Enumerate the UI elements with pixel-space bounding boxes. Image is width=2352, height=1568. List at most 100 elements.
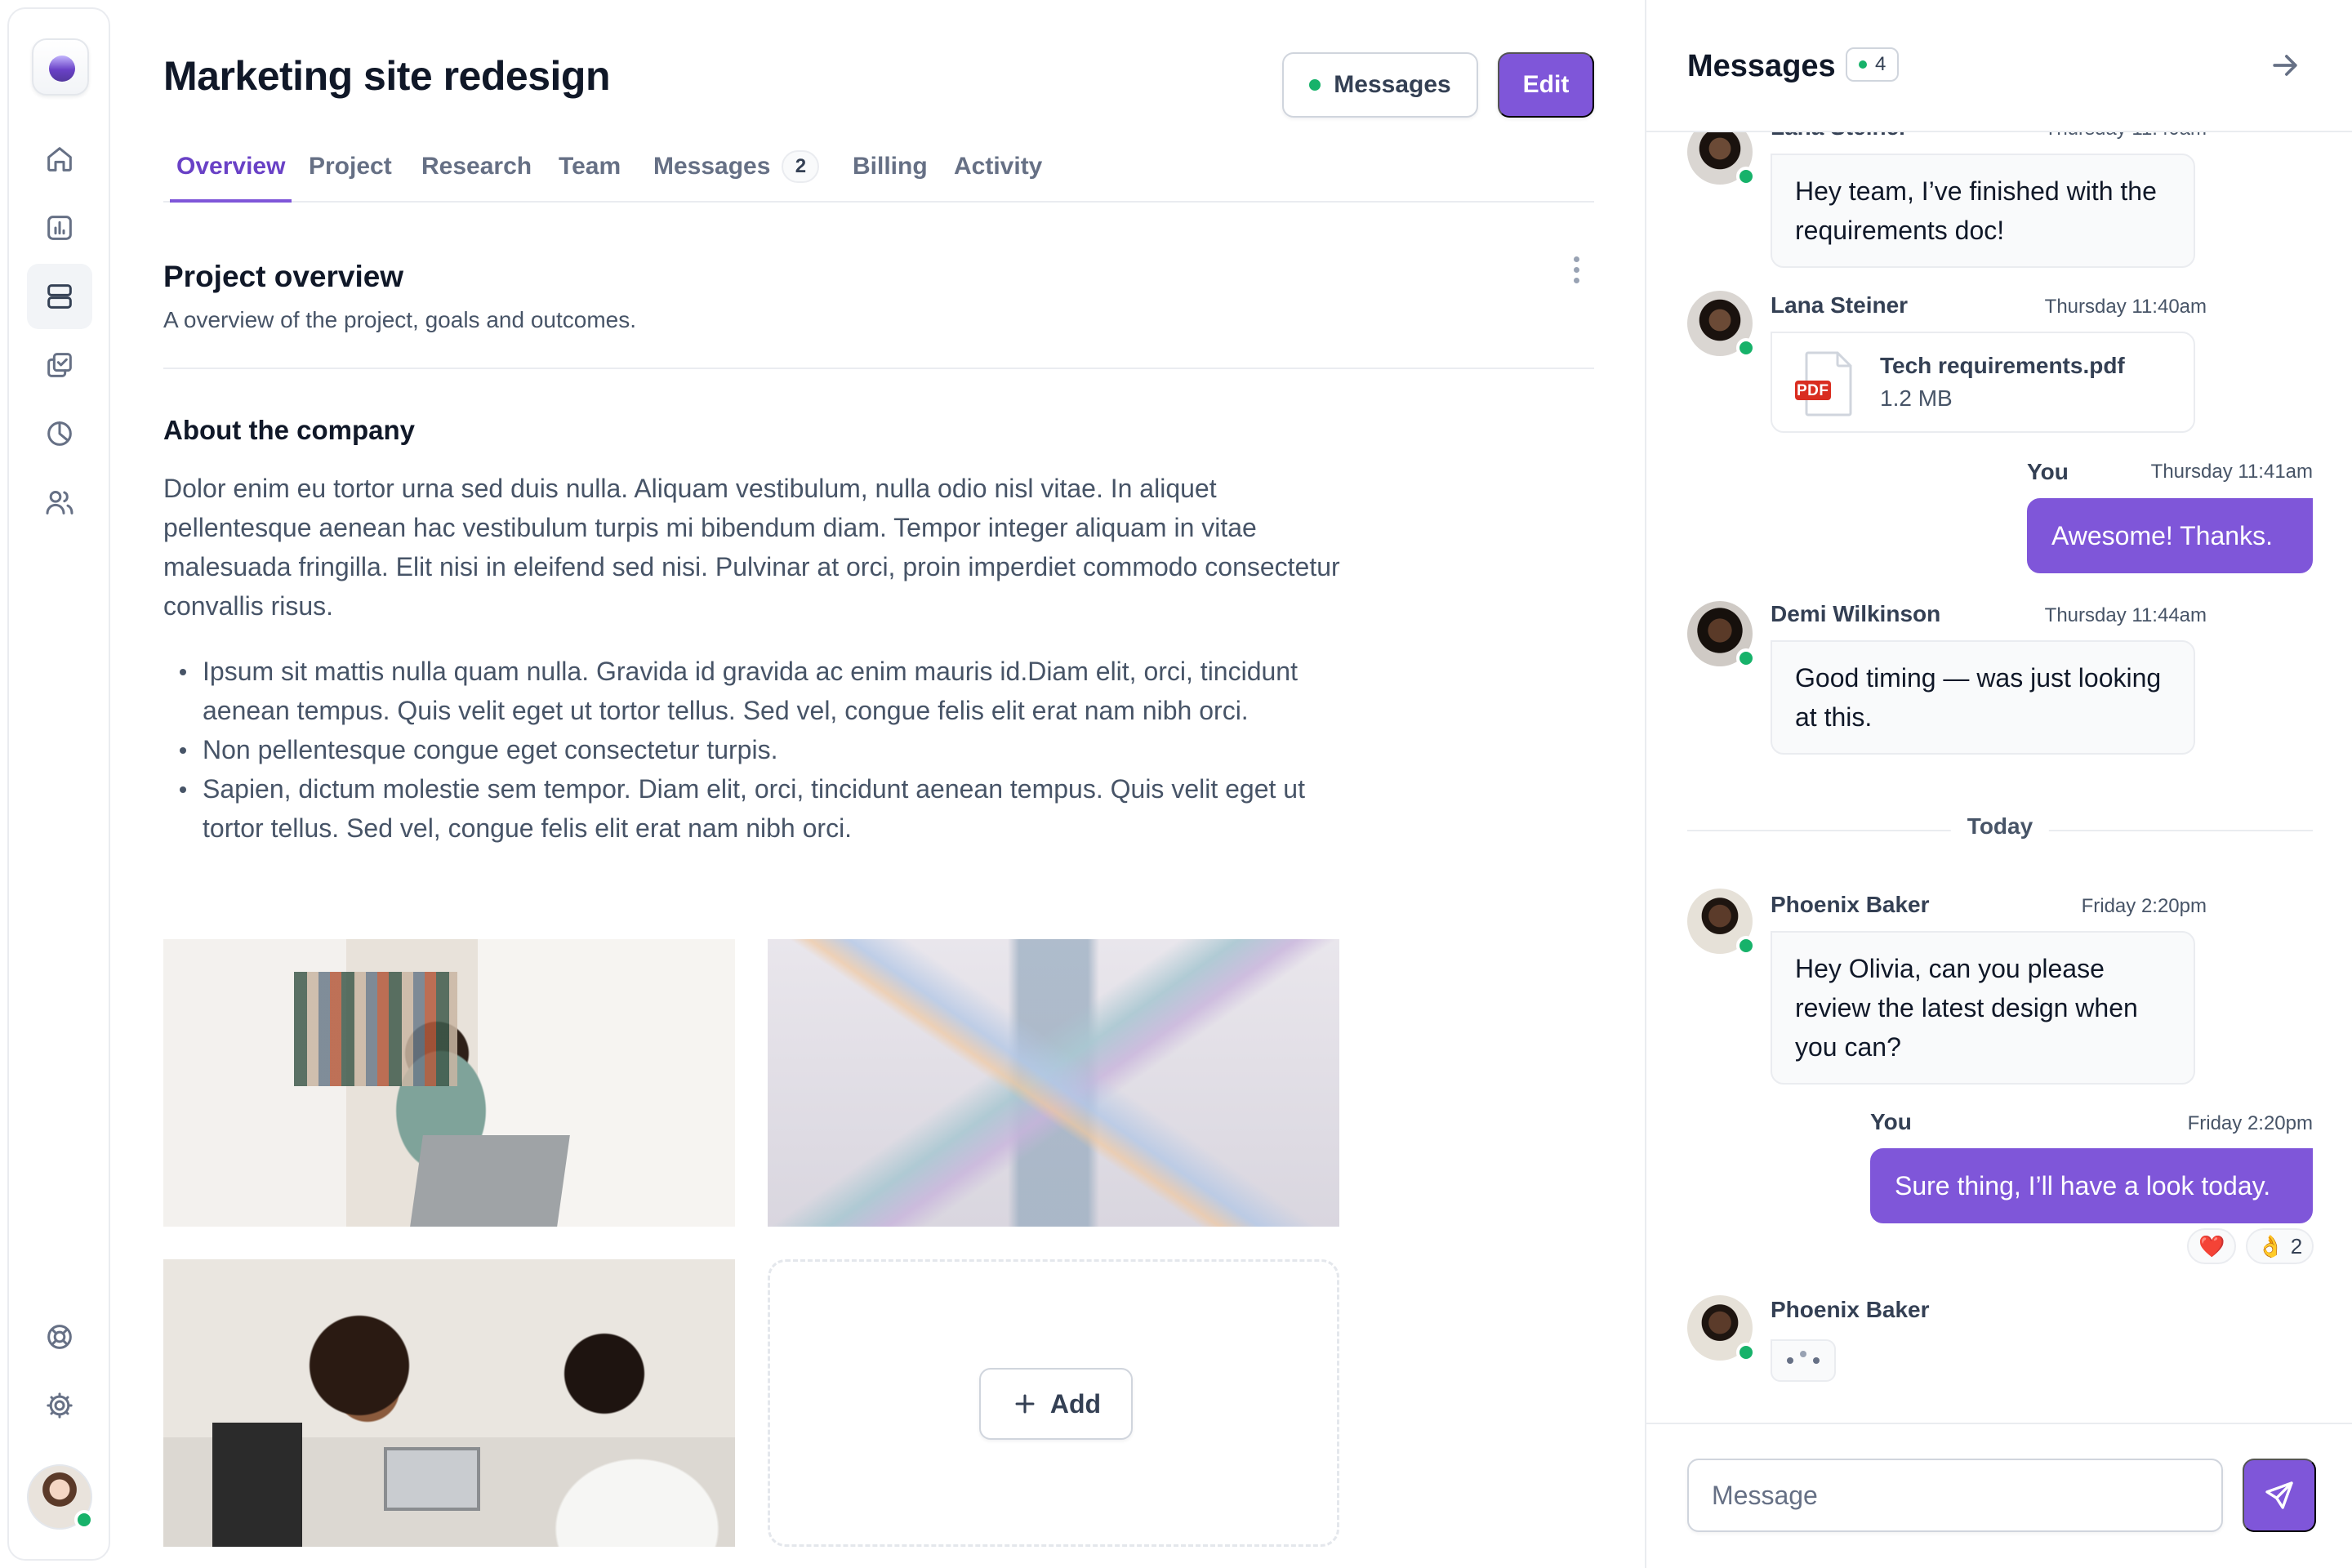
- online-status-dot: [1736, 167, 1756, 186]
- reaction-ok[interactable]: 👌 2: [2246, 1228, 2314, 1264]
- message-sender: Lana Steiner: [1771, 292, 1909, 318]
- section-subtitle: A overview of the project, goals and out…: [163, 307, 636, 332]
- ok-hand-emoji-icon: 👌: [2257, 1233, 2284, 1258]
- file-type-label: PDF: [1797, 382, 1829, 399]
- message-bubble-own: Sure thing, I’ll have a look today.: [1870, 1148, 2313, 1223]
- tab-research[interactable]: Research: [421, 147, 532, 203]
- avatar: [1687, 132, 1756, 186]
- message-input[interactable]: [1687, 1459, 2223, 1532]
- message-time: Thursday 11:40am: [2044, 296, 2207, 318]
- file-attachment[interactable]: PDF Tech requirements.pdf 1.2 MB: [1771, 332, 2195, 433]
- list-item: Sapien, dictum molestie sem tempor. Diam…: [163, 769, 1348, 848]
- messages-count: 4: [1875, 53, 1886, 75]
- project-image-glass-abstract[interactable]: [768, 939, 1339, 1227]
- message-bubble: Hey Olivia, can you please review the la…: [1771, 931, 2195, 1085]
- about-heading: About the company: [163, 415, 416, 445]
- tab-activity[interactable]: Activity: [954, 147, 1042, 203]
- tab-project-label: Project: [309, 153, 392, 180]
- date-divider-label: Today: [1950, 813, 2050, 840]
- reaction-count: 2: [2290, 1233, 2303, 1258]
- messages-button-label: Messages: [1334, 71, 1451, 98]
- divider: [163, 368, 1594, 369]
- message-time: Friday 2:20pm: [2187, 1112, 2313, 1134]
- check-square-icon: [47, 353, 72, 377]
- messages-panel: Messages 4 Lana Steiner Thursday 11:40am…: [1645, 0, 2352, 1568]
- project-image-meeting[interactable]: [163, 1259, 735, 1547]
- file-size: 1.2 MB: [1880, 385, 1953, 411]
- tab-messages[interactable]: Messages 2: [653, 147, 820, 203]
- support-icon: [47, 1325, 72, 1349]
- user-avatar[interactable]: [27, 1464, 94, 1530]
- bar-chart-icon: [47, 216, 72, 240]
- tab-activity-label: Activity: [954, 153, 1043, 180]
- edit-button[interactable]: Edit: [1498, 52, 1594, 118]
- close-panel-arrow-icon[interactable]: [2267, 47, 2303, 83]
- tab-overview-label: Overview: [176, 153, 286, 180]
- send-button[interactable]: [2243, 1459, 2316, 1532]
- avatar: [1687, 601, 1756, 668]
- tab-billing[interactable]: Billing: [853, 147, 928, 203]
- tab-bar: Overview Project Research Team Messages 2…: [163, 147, 1594, 203]
- message-time: Thursday 11:44am: [2044, 604, 2207, 626]
- list-item: Ipsum sit mattis nulla quam nulla. Gravi…: [163, 652, 1348, 730]
- online-status-dot: [1736, 338, 1756, 358]
- messages-count-badge: 4: [1846, 47, 1900, 82]
- plus-icon: [1015, 1394, 1035, 1414]
- tab-team[interactable]: Team: [559, 147, 621, 203]
- online-status-dot: [1736, 936, 1756, 956]
- tab-research-label: Research: [421, 153, 532, 180]
- messages-panel-header: Messages 4: [1646, 0, 2352, 132]
- add-image-dropzone[interactable]: Add: [768, 1259, 1339, 1547]
- tab-messages-label: Messages: [653, 153, 771, 180]
- reaction-heart[interactable]: ❤️: [2187, 1228, 2237, 1264]
- section-title: Project overview: [163, 260, 404, 293]
- home-icon: [47, 147, 72, 172]
- avatar: [1687, 889, 1756, 956]
- message-sender: You: [2027, 459, 2069, 484]
- message-bubble: Hey team, I’ve finished with the require…: [1771, 154, 2195, 268]
- date-divider: Today: [1687, 813, 2313, 846]
- about-bullet-list: Ipsum sit mattis nulla quam nulla. Gravi…: [163, 652, 1348, 848]
- message-bubble: Good timing — was just looking at this.: [1771, 640, 2195, 755]
- tab-overview[interactable]: Overview: [170, 147, 292, 203]
- message-thread[interactable]: Lana Steiner Thursday 11:40am Hey team, …: [1646, 132, 2352, 1423]
- online-dot-icon: [1859, 60, 1867, 69]
- message-time: Thursday 11:41am: [2150, 461, 2313, 483]
- messages-panel-title: Messages: [1687, 49, 1836, 83]
- avatar: [1687, 291, 1756, 358]
- messages-button[interactable]: Messages: [1282, 52, 1478, 118]
- send-icon: [2265, 1481, 2293, 1509]
- nav-users[interactable]: [27, 470, 92, 535]
- add-button-label: Add: [1049, 1388, 1102, 1419]
- heart-emoji-icon: ❤️: [2198, 1233, 2225, 1258]
- settings-icon: [47, 1392, 73, 1419]
- nav-reporting[interactable]: [27, 401, 92, 466]
- project-image-workspace[interactable]: [163, 939, 735, 1227]
- nav-home[interactable]: [27, 127, 92, 192]
- message-sender: Demi Wilkinson: [1771, 601, 1941, 626]
- sidebar: [7, 7, 110, 1561]
- message-sender: Phoenix Baker: [1771, 892, 1930, 917]
- about-paragraph: Dolor enim eu tortor urna sed duis nulla…: [163, 474, 1340, 621]
- message-bubble-own: Awesome! Thanks.: [2027, 498, 2313, 573]
- logo[interactable]: [32, 38, 89, 96]
- message-sender: You: [1870, 1109, 1912, 1134]
- tab-project[interactable]: Project: [309, 147, 392, 203]
- message-sender: Phoenix Baker: [1771, 1297, 1930, 1322]
- add-button[interactable]: Add: [979, 1368, 1133, 1440]
- online-status-dot: [1736, 648, 1756, 668]
- list-item: Non pellentesque congue eget consectetur…: [163, 730, 1348, 769]
- page-title: Marketing site redesign: [163, 53, 611, 99]
- message-time: Thursday 11:40am: [2027, 132, 2207, 140]
- nav-support[interactable]: [27, 1304, 92, 1370]
- tab-team-label: Team: [559, 153, 621, 180]
- more-options-icon[interactable]: [1566, 256, 1586, 286]
- nav-settings[interactable]: [27, 1373, 92, 1438]
- layers-icon: [47, 284, 72, 309]
- avatar: [1687, 1295, 1756, 1362]
- nav-dashboard[interactable]: [27, 195, 92, 261]
- message-time: Friday 2:20pm: [2081, 895, 2207, 917]
- nav-tasks[interactable]: [27, 332, 92, 398]
- tab-messages-badge: 2: [782, 150, 820, 183]
- nav-projects[interactable]: [27, 264, 92, 329]
